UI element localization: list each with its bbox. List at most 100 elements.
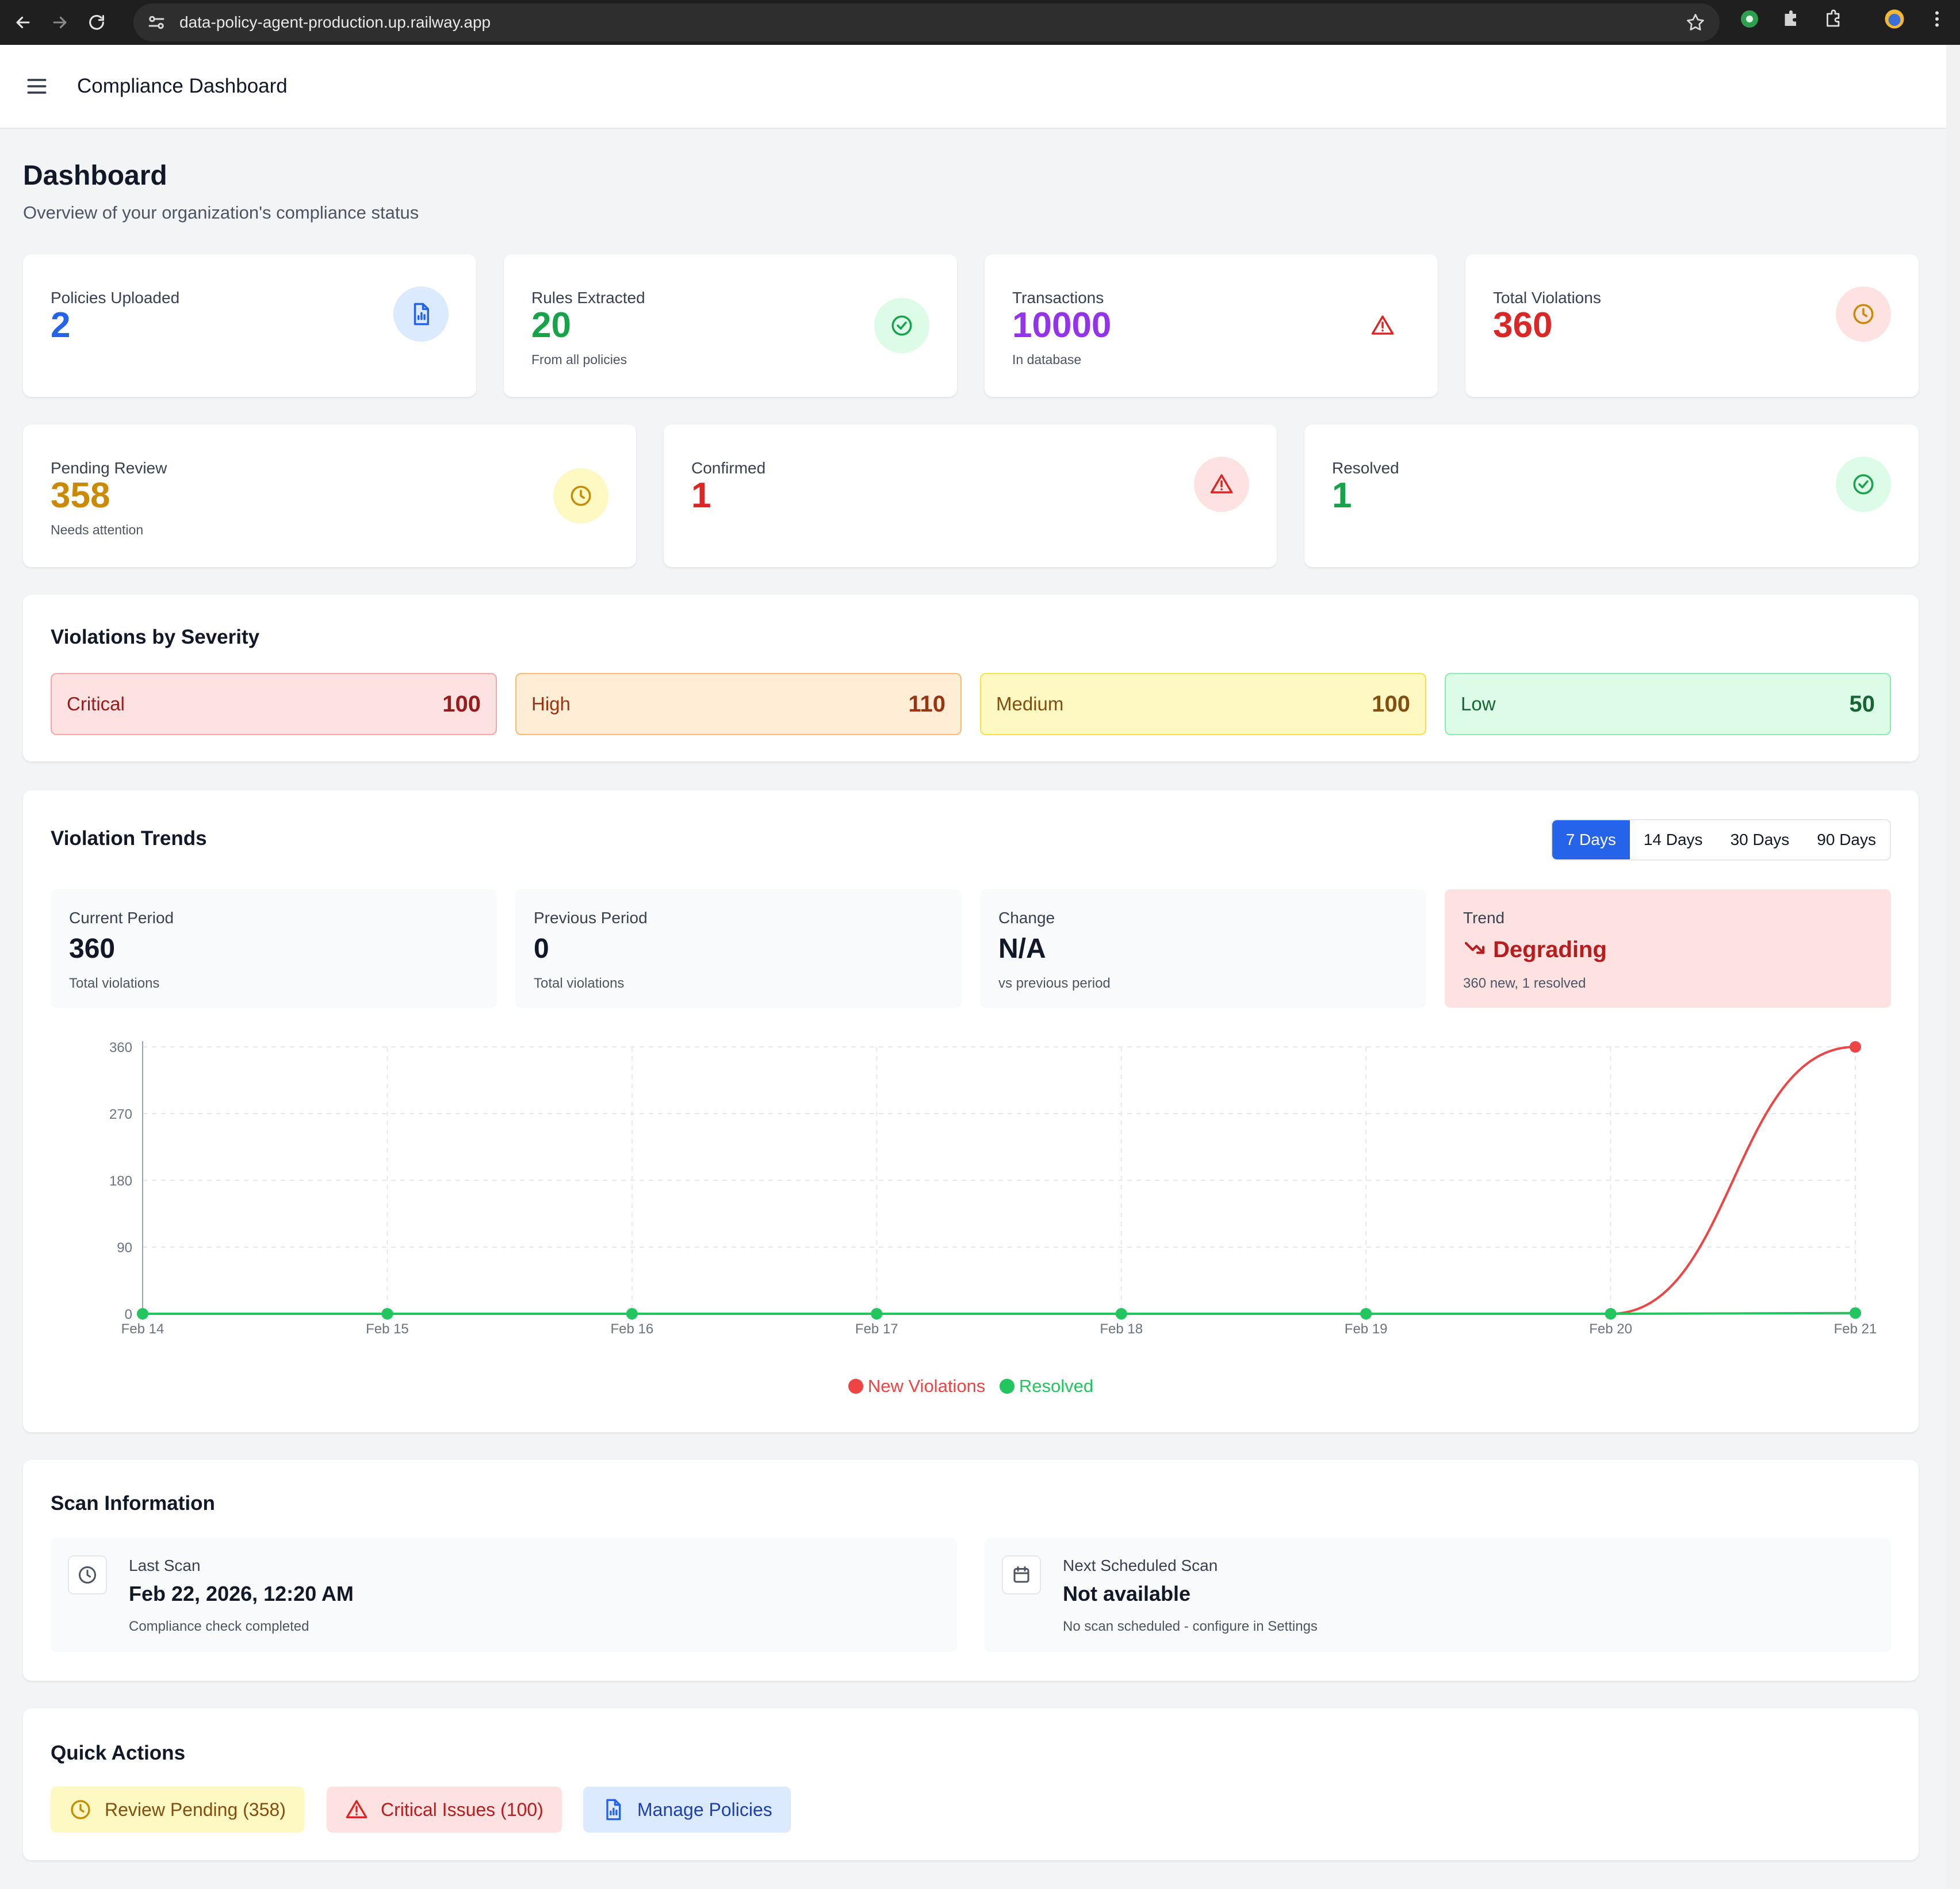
next-scan-box: Next Scheduled Scan Not available No sca… bbox=[985, 1538, 1891, 1652]
page-scrollbar[interactable] bbox=[1946, 45, 1960, 1889]
browser-toolbar: data-policy-agent-production.up.railway.… bbox=[0, 0, 1960, 45]
data-point-resolved bbox=[1605, 1308, 1617, 1320]
stat-value: 360 bbox=[1493, 305, 1553, 345]
stat-sub: In database bbox=[1012, 352, 1082, 367]
severity-title: Violations by Severity bbox=[51, 626, 260, 648]
site-settings-icon[interactable] bbox=[146, 12, 167, 33]
y-tick-label: 180 bbox=[109, 1173, 132, 1189]
bookmark-star-icon[interactable] bbox=[1685, 12, 1706, 33]
trend-line-chart: 0 90 180 270 360 Feb 14 Feb 15 Feb 16 Feb 17 Feb … bbox=[109, 1040, 1877, 1337]
x-tick-label: Feb 18 bbox=[1100, 1321, 1143, 1337]
x-tick-label: Feb 20 bbox=[1589, 1321, 1632, 1337]
button-label: Review Pending (358) bbox=[105, 1799, 286, 1820]
x-tick-label: Feb 14 bbox=[121, 1321, 164, 1337]
hamburger-menu-icon[interactable] bbox=[24, 74, 49, 99]
legend-resolved[interactable]: Resolved bbox=[999, 1376, 1094, 1396]
scan-value: Feb 22, 2026, 12:20 AM bbox=[129, 1582, 354, 1605]
legend-new-violations[interactable]: New Violations bbox=[848, 1376, 985, 1396]
data-point-resolved bbox=[1850, 1307, 1861, 1319]
stat-card-resolved[interactable]: Resolved 1 bbox=[1304, 425, 1919, 567]
stat-value: 358 bbox=[51, 476, 110, 515]
clock-icon bbox=[68, 1555, 107, 1594]
scan-sub: Compliance check completed bbox=[129, 1619, 309, 1634]
stat-value: 2 bbox=[51, 305, 71, 345]
quick-actions-title: Quick Actions bbox=[51, 1742, 186, 1764]
forward-arrow-icon[interactable] bbox=[46, 9, 74, 36]
more-menu-icon[interactable] bbox=[1927, 9, 1947, 29]
button-label: Manage Policies bbox=[637, 1799, 772, 1820]
trends-card: Violation Trends 7 Days 14 Days 30 Days … bbox=[23, 790, 1919, 1432]
critical-issues-button[interactable]: Critical Issues (100) bbox=[327, 1787, 562, 1833]
address-bar[interactable]: data-policy-agent-production.up.railway.… bbox=[133, 3, 1720, 41]
series-line-1 bbox=[142, 1311, 1856, 1315]
scan-label: Last Scan bbox=[129, 1557, 201, 1574]
warning-triangle-icon bbox=[1355, 298, 1410, 353]
scan-label: Next Scheduled Scan bbox=[1063, 1557, 1218, 1574]
data-point-resolved bbox=[1115, 1308, 1127, 1320]
warning-triangle-icon bbox=[1194, 457, 1249, 512]
legend-dot bbox=[848, 1379, 863, 1394]
y-tick-label: 270 bbox=[109, 1107, 132, 1122]
scan-title: Scan Information bbox=[51, 1492, 215, 1515]
app-header: Compliance Dashboard bbox=[0, 45, 1946, 129]
chart-legend: New Violations Resolved bbox=[23, 1376, 1919, 1397]
manage-policies-button[interactable]: Manage Policies bbox=[583, 1787, 791, 1833]
severity-critical[interactable]: Critical 100 bbox=[51, 673, 497, 735]
stat-sub: From all policies bbox=[531, 352, 627, 367]
severity-count: 100 bbox=[1372, 691, 1410, 717]
check-circle-icon bbox=[1836, 457, 1891, 512]
legend-label: New Violations bbox=[867, 1376, 986, 1396]
data-point-resolved bbox=[1360, 1308, 1372, 1320]
x-tick-label: Feb 17 bbox=[855, 1321, 898, 1337]
stat-value: 1 bbox=[1332, 476, 1352, 515]
stat-value: 1 bbox=[691, 476, 711, 515]
extension-green-icon[interactable] bbox=[1739, 9, 1760, 29]
stat-sub: Needs attention bbox=[51, 522, 144, 537]
review-pending-button[interactable]: Review Pending (358) bbox=[51, 1787, 304, 1833]
data-point-resolved bbox=[381, 1308, 393, 1320]
reload-icon[interactable] bbox=[83, 9, 110, 36]
y-tick-label: 0 bbox=[125, 1307, 132, 1322]
url-text[interactable]: data-policy-agent-production.up.railway.… bbox=[179, 13, 491, 32]
stat-card-confirmed[interactable]: Confirmed 1 bbox=[664, 425, 1277, 567]
back-arrow-icon[interactable] bbox=[9, 9, 37, 36]
data-point-new-violations bbox=[1850, 1041, 1861, 1053]
data-point-resolved bbox=[871, 1308, 883, 1320]
last-scan-box: Last Scan Feb 22, 2026, 12:20 AM Complia… bbox=[51, 1538, 957, 1652]
x-tick-label: Feb 16 bbox=[610, 1321, 653, 1337]
severity-label: Low bbox=[1461, 693, 1496, 714]
warning-triangle-icon bbox=[346, 1800, 368, 1818]
extensions-puzzle-icon[interactable] bbox=[1823, 9, 1844, 29]
page-title: Dashboard bbox=[23, 160, 167, 191]
stat-card-policies-uploaded[interactable]: Policies Uploaded 2 bbox=[23, 254, 476, 397]
legend-label: Resolved bbox=[1019, 1376, 1094, 1396]
scan-info-card: Scan Information Last Scan Feb 22, 2026,… bbox=[23, 1460, 1919, 1681]
stat-card-total-violations[interactable]: Total Violations 360 bbox=[1465, 254, 1919, 397]
check-circle-icon bbox=[874, 298, 929, 353]
clock-icon bbox=[553, 468, 608, 523]
x-tick-label: Feb 21 bbox=[1834, 1321, 1877, 1337]
x-tick-label: Feb 19 bbox=[1345, 1321, 1388, 1337]
y-tick-label: 360 bbox=[109, 1040, 132, 1056]
scan-sub: No scan scheduled - configure in Setting… bbox=[1063, 1619, 1318, 1634]
button-label: Critical Issues (100) bbox=[381, 1799, 543, 1820]
severity-low[interactable]: Low 50 bbox=[1445, 673, 1891, 735]
document-chart-icon bbox=[606, 1799, 621, 1821]
severity-label: High bbox=[531, 693, 571, 714]
document-chart-icon bbox=[393, 286, 449, 342]
profile-avatar-icon[interactable] bbox=[1884, 9, 1905, 29]
stat-card-rules-extracted[interactable]: Rules Extracted 20 From all policies bbox=[504, 254, 957, 397]
stat-card-pending-review[interactable]: Pending Review 358 Needs attention bbox=[23, 425, 636, 567]
clock-icon bbox=[71, 1800, 90, 1819]
severity-high[interactable]: High 110 bbox=[515, 673, 962, 735]
stat-value: 10000 bbox=[1012, 305, 1112, 345]
page-subtitle: Overview of your organization's complian… bbox=[23, 202, 419, 223]
severity-count: 110 bbox=[908, 691, 945, 717]
severity-count: 100 bbox=[442, 691, 481, 717]
scan-value: Not available bbox=[1063, 1582, 1191, 1605]
severity-medium[interactable]: Medium 100 bbox=[980, 673, 1426, 735]
severity-card: Violations by Severity Critical 100 High… bbox=[23, 595, 1919, 762]
extension-puzzle-light-icon[interactable] bbox=[1781, 9, 1801, 29]
stat-card-transactions[interactable]: Transactions 10000 In database bbox=[985, 254, 1438, 397]
severity-count: 50 bbox=[1849, 691, 1875, 717]
